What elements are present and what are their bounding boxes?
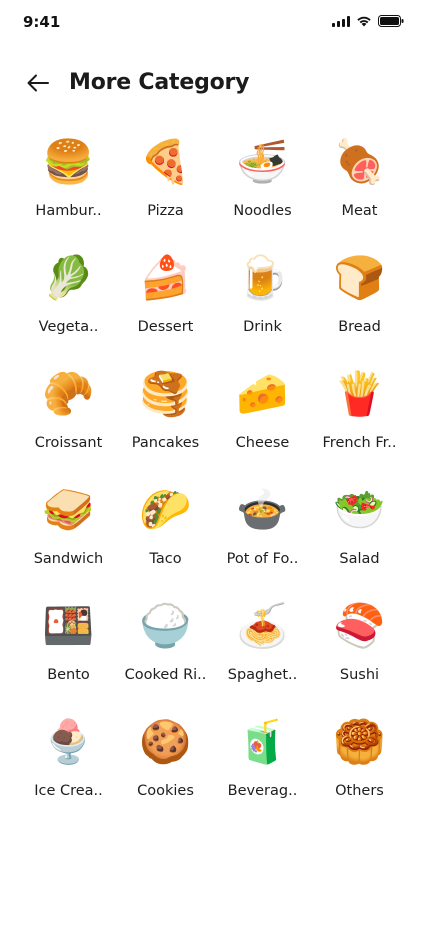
category-item[interactable]: 🍖 Meat (311, 134, 408, 250)
category-emoji-icon: 🥬 (42, 253, 95, 302)
category-item[interactable]: 🍔 Hambur.. (20, 134, 117, 250)
category-emoji-icon: 🍕 (139, 137, 192, 186)
category-label: Pizza (147, 203, 184, 219)
category-item[interactable]: 🌮 Taco (117, 482, 214, 598)
category-label: Cooked Ri.. (124, 667, 207, 683)
status-bar: 9:41 (0, 0, 428, 46)
category-emoji-icon: 🧃 (236, 717, 289, 766)
category-item[interactable]: 🍨 Ice Crea.. (20, 714, 117, 830)
category-item[interactable]: 🥮 Others (311, 714, 408, 830)
category-item[interactable]: 🥐 Croissant (20, 366, 117, 482)
category-emoji-icon: 🍣 (333, 601, 386, 650)
category-item[interactable]: 🍚 Cooked Ri.. (117, 598, 214, 714)
category-item[interactable]: 🧀 Cheese (214, 366, 311, 482)
category-emoji-icon: 🍜 (236, 137, 289, 186)
category-label: Others (335, 783, 384, 799)
category-label: Sushi (339, 667, 380, 683)
category-item[interactable]: 🥪 Sandwich (20, 482, 117, 598)
status-time: 9:41 (23, 13, 61, 31)
category-emoji-icon: 🍱 (42, 601, 95, 650)
category-label: Bread (338, 319, 381, 335)
category-label: French Fr.. (322, 435, 397, 451)
category-item[interactable]: 🍕 Pizza (117, 134, 214, 250)
category-label: Dessert (137, 319, 194, 335)
category-item[interactable]: 🍟 French Fr.. (311, 366, 408, 482)
category-item[interactable]: 🥗 Salad (311, 482, 408, 598)
category-label: Drink (243, 319, 282, 335)
back-button[interactable] (22, 70, 54, 100)
category-emoji-icon: 🌮 (139, 485, 192, 534)
category-emoji-icon: 🥐 (42, 369, 95, 418)
category-label: Bento (47, 667, 90, 683)
category-emoji-icon: 🥗 (333, 485, 386, 534)
category-emoji-icon: 🥞 (139, 369, 192, 418)
category-emoji-icon: 🍚 (139, 601, 192, 650)
arrow-left-icon (27, 74, 49, 96)
category-item[interactable]: 🍲 Pot of Fo.. (214, 482, 311, 598)
category-label: Spaghet.. (227, 667, 298, 683)
category-emoji-icon: 🍪 (139, 717, 192, 766)
category-label: Sandwich (33, 551, 104, 567)
category-grid: 🍔 Hambur.. 🍕 Pizza 🍜 Noodles 🍖 Meat 🥬 Vegeta.. 🍰 De… (20, 134, 408, 830)
category-label: Vegeta.. (38, 319, 99, 335)
category-label: Ice Crea.. (34, 783, 103, 799)
category-emoji-icon: 🍖 (333, 137, 386, 186)
category-emoji-icon: 🥪 (42, 485, 95, 534)
category-label: Pancakes (131, 435, 200, 451)
category-item[interactable]: 🍞 Bread (311, 250, 408, 366)
page-title: More Category (69, 70, 250, 95)
category-emoji-icon: 🍝 (236, 601, 289, 650)
status-icons (332, 15, 404, 27)
category-emoji-icon: 🍨 (42, 717, 95, 766)
category-label: Croissant (34, 435, 103, 451)
signal-icon (332, 15, 350, 27)
category-emoji-icon: 🍔 (42, 137, 95, 186)
battery-icon (378, 15, 404, 27)
category-item[interactable]: 🍪 Cookies (117, 714, 214, 830)
category-label: Hambur.. (35, 203, 102, 219)
category-label: Pot of Fo.. (226, 551, 299, 567)
category-item[interactable]: 🍱 Bento (20, 598, 117, 714)
category-label: Cookies (137, 783, 194, 799)
category-emoji-icon: 🍲 (236, 485, 289, 534)
category-label: Cheese (235, 435, 290, 451)
category-label: Meat (341, 203, 378, 219)
category-emoji-icon: 🍺 (236, 253, 289, 302)
category-label: Beverag.. (227, 783, 298, 799)
category-item[interactable]: 🥬 Vegeta.. (20, 250, 117, 366)
category-emoji-icon: 🍰 (139, 253, 192, 302)
category-emoji-icon: 🥮 (333, 717, 386, 766)
category-label: Noodles (233, 203, 292, 219)
category-label: Taco (149, 551, 182, 567)
category-emoji-icon: 🍞 (333, 253, 386, 302)
category-item[interactable]: 🍺 Drink (214, 250, 311, 366)
header: More Category (0, 62, 428, 108)
category-item[interactable]: 🍰 Dessert (117, 250, 214, 366)
category-emoji-icon: 🍟 (333, 369, 386, 418)
wifi-icon (356, 15, 372, 27)
category-item[interactable]: 🍣 Sushi (311, 598, 408, 714)
category-label: Salad (339, 551, 380, 567)
category-item[interactable]: 🧃 Beverag.. (214, 714, 311, 830)
category-emoji-icon: 🧀 (236, 369, 289, 418)
category-item[interactable]: 🍜 Noodles (214, 134, 311, 250)
category-item[interactable]: 🍝 Spaghet.. (214, 598, 311, 714)
category-item[interactable]: 🥞 Pancakes (117, 366, 214, 482)
